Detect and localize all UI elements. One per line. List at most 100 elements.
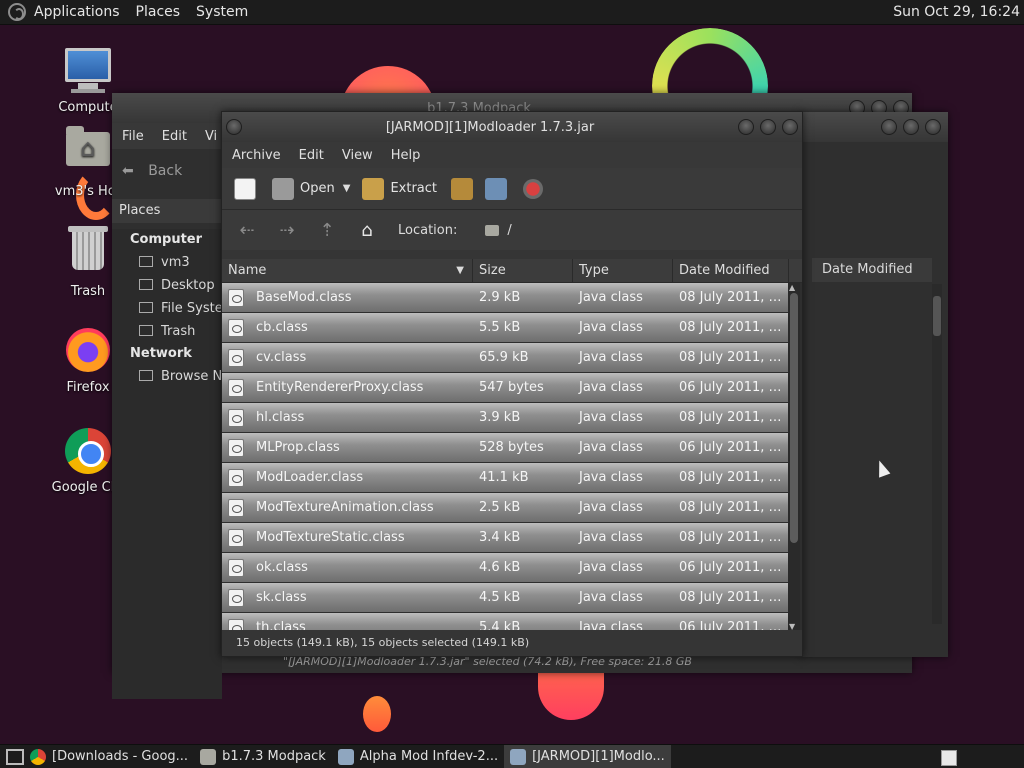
menu-view[interactable]: Vi (205, 129, 217, 144)
file-row[interactable]: ModTextureAnimation.class 2.5 kB Java clas… (222, 493, 788, 523)
file-type-cell: Java class (579, 530, 643, 545)
java-class-file-icon (228, 318, 244, 337)
location-label: Location: (398, 222, 458, 238)
file-size-cell: 528 bytes (479, 440, 544, 455)
file-row[interactable]: ModTextureStatic.class 3.4 kB Java class 08… (222, 523, 788, 553)
extract-icon[interactable] (362, 177, 385, 200)
location-path[interactable]: / (507, 223, 511, 238)
show-desktop-icon[interactable] (6, 748, 24, 765)
taskbar-item-alpha-mod[interactable]: Alpha Mod Infdev-2... (332, 745, 504, 768)
java-class-file-icon (228, 378, 244, 397)
taskbar-item-modpack[interactable]: b1.7.3 Modpack (194, 745, 332, 768)
column-header-date-modified[interactable]: Date Modified (812, 258, 932, 282)
file-size-cell: 4.6 kB (479, 560, 521, 575)
places-menu[interactable]: Places (136, 4, 181, 20)
open-dropdown-icon[interactable]: ▼ (343, 183, 351, 194)
extract-button[interactable]: Extract (390, 181, 437, 196)
menu-help[interactable]: Help (391, 148, 421, 163)
scroll-up-icon[interactable]: ▲ (789, 283, 795, 292)
file-row[interactable]: EntityRendererProxy.class 547 bytes Java c… (222, 373, 788, 403)
column-header-size[interactable]: Size (473, 259, 573, 282)
add-folder-icon[interactable] (485, 177, 507, 200)
column-header-date-modified[interactable]: Date Modified (673, 259, 789, 282)
sidebar-item-filesystem[interactable]: File Syster (112, 297, 222, 320)
file-row[interactable]: cb.class 5.5 kB Java class 08 July 2011, 0.… (222, 313, 788, 343)
sidebar-item-label: Desktop (161, 278, 215, 293)
file-date-cell: 08 July 2011, 0... (679, 410, 788, 425)
sidebar-item-label: vm3 (161, 255, 190, 270)
stop-icon[interactable] (523, 178, 543, 199)
menu-file[interactable]: File (122, 129, 144, 144)
sidebar-item-browse-network[interactable]: Browse N (112, 365, 222, 388)
menu-archive[interactable]: Archive (232, 148, 281, 163)
vertical-scrollbar[interactable]: ▲ ▼ (788, 283, 800, 631)
workspace-switcher[interactable] (941, 750, 957, 766)
distro-logo-icon[interactable] (8, 3, 26, 21)
file-date-cell: 08 July 2011, 0... (679, 590, 788, 605)
column-header-name[interactable]: Name ▼ (222, 259, 473, 282)
file-row[interactable]: MLProp.class 528 bytes Java class 06 July 2… (222, 433, 788, 463)
home-folder-icon (64, 126, 112, 180)
file-row[interactable]: ok.class 4.6 kB Java class 06 July 2011, 22… (222, 553, 788, 583)
system-menu[interactable]: System (196, 4, 248, 20)
scrollbar-thumb[interactable] (790, 293, 798, 543)
java-class-file-icon (228, 408, 244, 427)
new-archive-icon[interactable] (234, 177, 256, 200)
file-row[interactable]: cv.class 65.9 kB Java class 08 July 2011, 0… (222, 343, 788, 373)
taskbar-item-jarmod[interactable]: [JARMOD][1]Modlo... (504, 744, 671, 768)
sidebar-item-desktop[interactable]: Desktop (112, 274, 222, 297)
archive-manager-window: [JARMOD][1]Modloader 1.7.3.jar Archive E… (221, 111, 803, 657)
taskbar-item-downloads[interactable]: [Downloads - Goog... (24, 745, 194, 768)
file-row[interactable]: hl.class 3.9 kB Java class 08 July 2011, 0.… (222, 403, 788, 433)
file-date-cell: 06 July 2011, 22... (679, 380, 788, 395)
back-arrow-icon[interactable]: ⇠ (232, 220, 262, 241)
file-row[interactable]: th.class 5.4 kB Java class 06 July 2011, 22… (222, 613, 788, 631)
column-header-type[interactable]: Type (573, 259, 673, 282)
file-name-cell: cv.class (222, 348, 473, 367)
home-icon (139, 256, 153, 267)
sidebar-item-vm3[interactable]: vm3 (112, 251, 222, 274)
file-type-cell: Java class (579, 470, 643, 485)
back-button[interactable]: ⬅ Back (122, 163, 182, 179)
window-menu-button[interactable] (226, 119, 242, 135)
file-size-cell: 2.5 kB (479, 500, 521, 515)
file-type-cell: Java class (579, 500, 643, 515)
archive-icon (510, 748, 527, 765)
minimize-button[interactable] (881, 119, 897, 135)
sidebar-section-computer: Computer (130, 232, 203, 247)
file-row[interactable]: BaseMod.class 2.9 kB Java class 08 July 201… (222, 283, 788, 313)
menu-edit[interactable]: Edit (299, 148, 324, 163)
home-icon[interactable]: ⌂ (352, 220, 382, 241)
archive-menubar: Archive Edit View Help (222, 142, 802, 168)
maximize-button[interactable] (760, 119, 776, 135)
places-dropdown[interactable]: Places (112, 199, 222, 223)
minimize-button[interactable] (738, 119, 754, 135)
sort-descending-icon: ▼ (456, 265, 464, 276)
menu-view[interactable]: View (342, 148, 373, 163)
close-button[interactable] (782, 119, 798, 135)
file-row[interactable]: sk.class 4.5 kB Java class 08 July 2011, 0.… (222, 583, 788, 613)
open-button[interactable]: Open (300, 181, 335, 196)
scrollbar-thumb[interactable] (933, 296, 941, 336)
file-size-cell: 41.1 kB (479, 470, 529, 485)
add-files-icon[interactable] (451, 177, 473, 200)
menu-edit[interactable]: Edit (162, 129, 187, 144)
file-name-cell: ok.class (222, 558, 473, 577)
file-row[interactable]: ModLoader.class 41.1 kB Java class 08 July … (222, 463, 788, 493)
archive-titlebar[interactable]: [JARMOD][1]Modloader 1.7.3.jar (222, 112, 802, 142)
file-name-cell: BaseMod.class (222, 288, 473, 307)
sidebar-item-trash[interactable]: Trash (112, 320, 222, 343)
file-name: ModTextureStatic.class (256, 530, 405, 545)
file-date-cell: 08 July 2011, 0... (679, 470, 788, 485)
panel-clock[interactable]: Sun Oct 29, 16:24 (893, 4, 1020, 20)
forward-arrow-icon[interactable]: ⇢ (272, 220, 302, 241)
applications-menu[interactable]: Applications (34, 4, 120, 20)
alpha-titlebar[interactable] (800, 112, 948, 142)
maximize-button[interactable] (903, 119, 919, 135)
archive-icon (337, 748, 354, 765)
close-button[interactable] (925, 119, 941, 135)
file-name-cell: MLProp.class (222, 438, 473, 457)
open-archive-icon[interactable] (272, 177, 294, 200)
up-arrow-icon[interactable]: ⇡ (312, 220, 342, 241)
java-class-file-icon (228, 528, 244, 547)
